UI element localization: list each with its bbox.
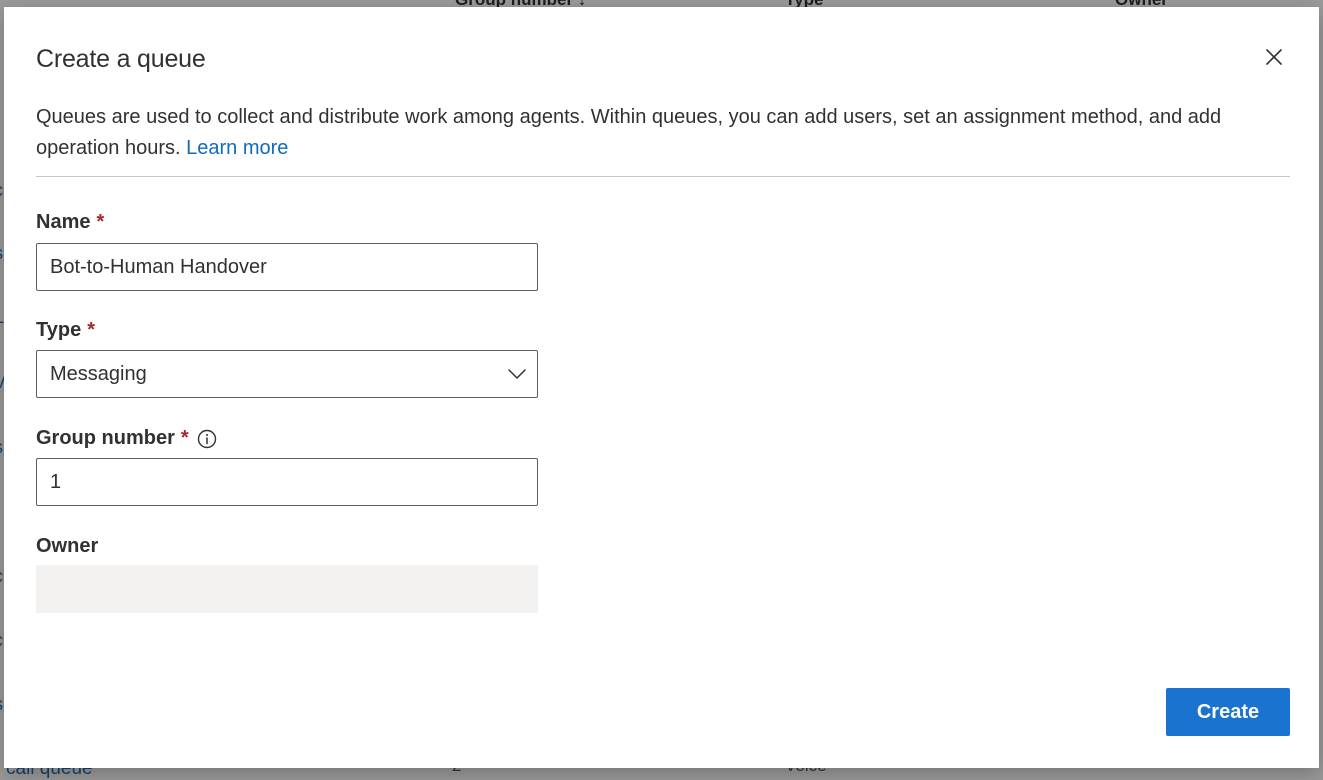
dialog-description: Queues are used to collect and distribut… (36, 102, 1286, 164)
chevron-down-icon (497, 350, 537, 398)
name-input[interactable] (36, 243, 538, 291)
dialog-title: Create a queue (36, 45, 206, 73)
type-label: Type * (36, 319, 95, 342)
owner-label: Owner (36, 535, 98, 558)
name-label: Name * (36, 211, 104, 234)
owner-label-text: Owner (36, 535, 99, 557)
type-dropdown[interactable]: Messaging (36, 350, 538, 398)
group-number-input[interactable] (36, 458, 538, 506)
close-icon (1266, 49, 1282, 65)
create-button[interactable]: Create (1166, 688, 1290, 736)
group-number-label: Group number * (36, 427, 217, 450)
owner-input[interactable] (36, 565, 538, 613)
required-mark: * (87, 319, 95, 341)
type-label-text: Type (36, 319, 82, 341)
group-number-label-text: Group number (36, 427, 175, 449)
learn-more-link[interactable]: Learn more (186, 137, 288, 159)
info-icon[interactable] (197, 429, 217, 449)
create-queue-dialog: Create a queue Queues are used to collec… (4, 7, 1319, 768)
name-label-text: Name (36, 211, 91, 233)
required-mark: * (180, 427, 189, 449)
type-selected-value: Messaging (50, 362, 147, 385)
close-button[interactable] (1260, 43, 1288, 71)
divider (36, 176, 1290, 177)
required-mark: * (96, 211, 105, 233)
